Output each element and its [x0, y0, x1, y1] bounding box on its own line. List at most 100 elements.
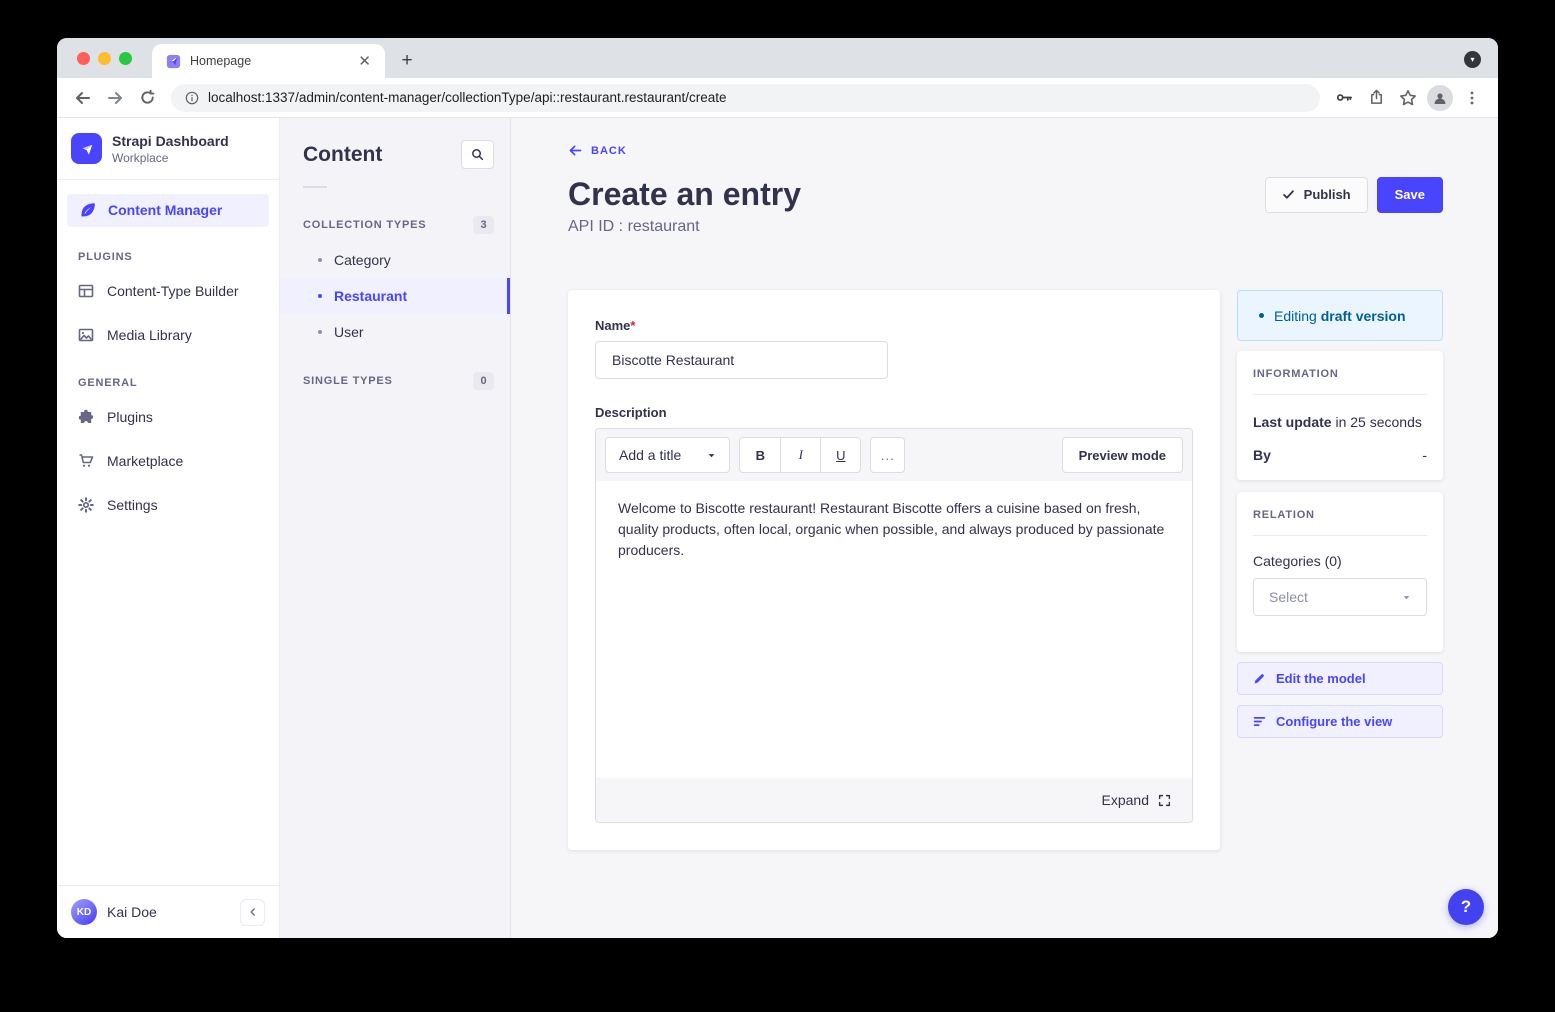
- edit-model-button[interactable]: Edit the model: [1237, 662, 1443, 695]
- new-tab-button[interactable]: +: [393, 47, 421, 75]
- workspace-title: Strapi Dashboard: [112, 133, 229, 151]
- draft-status-text: Editing draft version: [1274, 308, 1406, 324]
- configure-view-button[interactable]: Configure the view: [1237, 705, 1443, 738]
- edit-model-label: Edit the model: [1276, 671, 1366, 686]
- workspace-brand[interactable]: Strapi Dashboard Workplace: [57, 118, 279, 179]
- help-button[interactable]: ?: [1448, 889, 1484, 925]
- subnav-item-label: User: [334, 324, 364, 340]
- categories-label: Categories (0): [1253, 553, 1427, 569]
- brand-text: Strapi Dashboard Workplace: [112, 133, 229, 165]
- sidebar-item-label: Media Library: [107, 327, 192, 343]
- browser-menu-icon[interactable]: [1458, 84, 1486, 112]
- search-icon: [471, 148, 484, 161]
- sidebar-item-content-manager[interactable]: Content Manager: [67, 194, 269, 227]
- collapse-sidebar-button[interactable]: [240, 899, 265, 926]
- browser-tab[interactable]: Homepage ✕: [152, 44, 385, 78]
- expand-icon: [1158, 794, 1171, 807]
- content-subnav: Content COLLECTION TYPES 3 Category Rest…: [280, 118, 511, 938]
- configure-icon: [1253, 715, 1266, 728]
- save-button[interactable]: Save: [1377, 177, 1443, 213]
- sidebar-item-label: Marketplace: [107, 453, 183, 469]
- url-bar[interactable]: localhost:1337/admin/content-manager/col…: [171, 84, 1320, 112]
- search-button[interactable]: [461, 140, 494, 169]
- publish-label: Publish: [1304, 187, 1351, 202]
- collection-types-list: Category Restaurant User: [280, 242, 510, 350]
- single-types-count-badge: 0: [473, 372, 494, 390]
- format-button-group: B I U: [739, 437, 861, 473]
- url-text: localhost:1337/admin/content-manager/col…: [208, 90, 727, 105]
- key-icon[interactable]: [1330, 84, 1358, 112]
- sidebar-item-label: Content Manager: [108, 202, 222, 218]
- browser-toolbar: localhost:1337/admin/content-manager/col…: [57, 78, 1498, 118]
- entry-form-panel: Name* Description Add a title B I: [568, 290, 1220, 850]
- strapi-logo-icon: [71, 133, 102, 164]
- expand-button[interactable]: Expand: [1102, 792, 1171, 808]
- information-title: INFORMATION: [1253, 368, 1427, 380]
- browser-profile-icon[interactable]: ▾: [1464, 51, 1481, 68]
- close-window-button[interactable]: [77, 52, 90, 65]
- information-panel: INFORMATION Last update in 25 seconds By…: [1237, 351, 1443, 480]
- status-dot-icon: [1259, 313, 1264, 318]
- bold-button[interactable]: B: [740, 438, 780, 472]
- subnav-item-label: Restaurant: [334, 288, 407, 304]
- back-link[interactable]: BACK: [568, 143, 627, 158]
- back-label: BACK: [591, 145, 627, 157]
- share-icon[interactable]: [1362, 84, 1390, 112]
- check-icon: [1282, 188, 1295, 201]
- draft-status-banner: Editing draft version: [1237, 290, 1443, 341]
- minimize-window-button[interactable]: [98, 52, 111, 65]
- plugins-section-label: PLUGINS: [57, 251, 279, 263]
- profile-avatar-icon[interactable]: [1426, 84, 1454, 112]
- sidebar-item-media-library[interactable]: Media Library: [57, 313, 279, 357]
- subnav-item-category[interactable]: Category: [280, 242, 510, 278]
- by-row: By -: [1253, 447, 1427, 463]
- underline-button[interactable]: U: [820, 438, 860, 472]
- panel-divider: [1253, 394, 1427, 395]
- browser-window: Homepage ✕ + ▾ localhost:1337/admin/cont…: [57, 38, 1498, 938]
- expand-label: Expand: [1102, 792, 1149, 808]
- page-title: Create an entry: [568, 176, 801, 213]
- categories-select[interactable]: Select: [1253, 578, 1427, 616]
- description-textarea[interactable]: Welcome to Biscotte restaurant! Restaura…: [596, 481, 1192, 778]
- settings-icon: [78, 497, 94, 513]
- rich-text-editor: Add a title B I U ... Preview mode We: [595, 428, 1193, 823]
- italic-button[interactable]: I: [780, 438, 820, 472]
- sidebar-item-label: Content-Type Builder: [107, 283, 239, 299]
- collection-types-header: COLLECTION TYPES 3: [280, 216, 510, 234]
- publish-button[interactable]: Publish: [1265, 177, 1368, 213]
- relation-panel: RELATION Categories (0) Select: [1237, 492, 1443, 652]
- subnav-item-restaurant[interactable]: Restaurant: [280, 278, 510, 314]
- sidebar-item-plugins[interactable]: Plugins: [57, 395, 279, 439]
- caret-down-icon: [1402, 593, 1411, 602]
- name-field-label: Name*: [595, 318, 1193, 333]
- bookmark-star-icon[interactable]: [1394, 84, 1422, 112]
- title-style-select[interactable]: Add a title: [605, 437, 730, 473]
- sidebar-item-marketplace[interactable]: Marketplace: [57, 439, 279, 483]
- preview-mode-button[interactable]: Preview mode: [1062, 437, 1183, 473]
- reload-icon[interactable]: [133, 84, 161, 112]
- sidebar-item-label: Settings: [107, 497, 158, 513]
- info-icon[interactable]: [185, 91, 199, 105]
- sidebar-item-settings[interactable]: Settings: [57, 483, 279, 527]
- window-controls: [77, 52, 132, 65]
- sidebar-item-label: Plugins: [107, 409, 153, 425]
- plugins-icon: [78, 409, 94, 425]
- sidebar-item-content-type-builder[interactable]: Content-Type Builder: [57, 269, 279, 313]
- general-section-label: GENERAL: [57, 377, 279, 389]
- edit-icon: [80, 202, 96, 218]
- bullet-icon: [318, 330, 322, 334]
- entry-aside: Editing draft version INFORMATION Last u…: [1237, 290, 1443, 738]
- strapi-app: Strapi Dashboard Workplace Content Manag…: [57, 118, 1498, 938]
- tab-title: Homepage: [190, 54, 345, 68]
- last-update-row: Last update in 25 seconds: [1253, 414, 1427, 430]
- description-field-label: Description: [595, 405, 1193, 420]
- maximize-window-button[interactable]: [119, 52, 132, 65]
- name-input[interactable]: [595, 341, 888, 379]
- close-tab-icon[interactable]: ✕: [354, 54, 375, 69]
- workspace-subtitle: Workplace: [112, 151, 229, 165]
- forward-icon[interactable]: [101, 84, 129, 112]
- subnav-item-user[interactable]: User: [280, 314, 510, 350]
- more-formats-button[interactable]: ...: [870, 437, 905, 473]
- back-icon[interactable]: [69, 84, 97, 112]
- panel-divider: [1253, 535, 1427, 536]
